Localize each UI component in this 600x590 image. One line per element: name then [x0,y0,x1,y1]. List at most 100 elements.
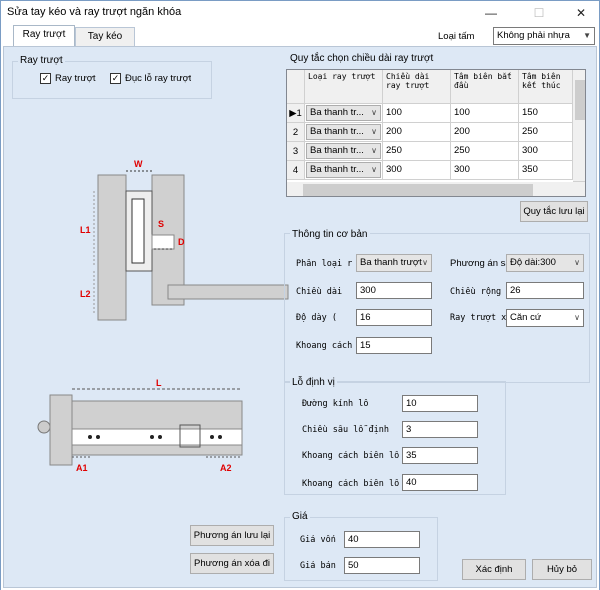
table-cell-start[interactable]: 100 [451,104,519,123]
table-cell-start[interactable]: 200 [451,123,519,142]
gia-ban-input[interactable]: 50 [344,557,420,574]
table-cell-start[interactable]: 250 [451,142,519,161]
chevron-down-icon: ∨ [371,165,377,174]
slide-cross-section-diagram: W S D L1 L2 [80,159,289,321]
drawer-bottom [167,284,289,300]
duc-lo-checkbox[interactable]: ✓ [110,73,121,84]
slide-side-view-diagram: L A1 A2 [37,378,243,473]
phan-loai-value: Ba thanh trượt [360,257,422,268]
chevron-down-icon: ▼ [583,31,591,40]
phan-loai-label: Phân loại r [296,259,353,269]
table-cell-end[interactable]: 300 [519,142,573,161]
do-day-input[interactable]: 16 [356,309,432,326]
hole-6 [218,435,222,439]
tab-ray-truot[interactable]: Ray trượt [13,25,75,47]
save-rule-button[interactable]: Quy tắc lưu lại [520,201,588,222]
slide-inner-rail [131,198,145,264]
confirm-button[interactable]: Xác định [462,559,526,580]
table-cell-end[interactable]: 150 [519,104,573,123]
khoang-cach-bien-1-label: Khoang cách biên lỗ [302,451,400,461]
duc-lo-checkbox-label: Đục lỗ ray trượt [125,73,192,84]
chevron-down-icon: ∨ [574,313,580,322]
scrollbar-thumb[interactable] [575,80,585,120]
phuong-an-label: Phương án sắ [450,258,510,269]
column-header-type[interactable]: Loại ray trượt [305,70,383,104]
phuong-an-value: Độ dài:300 [510,257,556,268]
ray-truot-x-label: Ray trượt xé [450,313,508,323]
window-title: Sửa tay kéo và ray trượt ngăn khóa [7,6,182,18]
ray-truot-x-select[interactable]: Căn cứ ∨ [506,309,584,327]
khoang-cach-bien-2-input[interactable]: 40 [402,474,478,491]
dialog-client: Ray trượt Tay kéo Loại tấm Không phải nh… [1,25,599,590]
khoang-cach-label: Khoang cách [296,341,353,351]
ray-truot-checkbox[interactable]: ✓ [40,73,51,84]
table-cell-end[interactable]: 350 [519,161,573,180]
chevron-down-icon: ∨ [574,258,580,267]
cancel-button[interactable]: Hủy bỏ [532,559,592,580]
d-label: D [178,237,185,247]
table-row-type-cell[interactable]: Ba thanh tr... ∨ [305,161,383,180]
l-label: L [156,378,162,388]
rules-table[interactable]: Loại ray trượt Chiều dài ray trượt Tâm b… [286,69,586,197]
tab-panel: Ray trượt ✓ Ray trượt ✓ Đục lỗ ray trượt… [3,46,597,588]
chieu-rong-label: Chiều rộng [450,287,502,297]
column-header-end[interactable]: Tâm biên kết thúc [519,70,573,104]
rules-group-title: Quy tắc chọn chiều dài ray trượt [288,53,436,64]
chevron-down-icon: ∨ [371,127,377,136]
row-header[interactable]: ▶1 [287,104,305,123]
tab-tay-keo[interactable]: Tay kéo [75,27,135,46]
table-corner [287,70,305,104]
chieu-rong-input[interactable]: 26 [506,282,584,299]
row-header[interactable]: 3 [287,142,305,161]
duong-kinh-label: Đường kính lỗ [302,399,369,409]
khoang-cach-input[interactable]: 15 [356,337,432,354]
table-row-type-cell[interactable]: Ba thanh tr... ∨ [305,142,383,161]
maximize-button[interactable]: ☐ [525,3,553,23]
ray-truot-checkbox-label: Ray trượt [55,73,96,84]
table-cell-length[interactable]: 100 [383,104,451,123]
gia-group-title: Giá [290,511,310,522]
table-row-type-cell[interactable]: Ba thanh tr... ∨ [305,104,383,123]
chieu-dai-input[interactable]: 300 [356,282,432,299]
l2-label: L2 [80,289,91,299]
minimize-button[interactable]: — [477,3,505,23]
ray-truot-group-title: Ray trượt [18,55,65,66]
duong-kinh-input[interactable]: 10 [402,395,478,412]
drawer-front [49,394,73,466]
column-header-start[interactable]: Tâm biên bắt đầu [451,70,519,104]
khoang-cach-bien-1-input[interactable]: 35 [402,447,478,464]
hole-4 [158,435,162,439]
table-cell-length[interactable]: 250 [383,142,451,161]
dialog-window: Sửa tay kéo và ray trượt ngăn khóa — ☐ ✕… [0,0,600,590]
basic-info-group-title: Thông tin cơ bản [290,229,370,240]
table-cell-length[interactable]: 200 [383,123,451,142]
table-cell-start[interactable]: 300 [451,161,519,180]
gia-ban-label: Giá bán [300,561,336,571]
chieu-sau-label: Chiều sâu lỗ định [302,425,389,435]
delete-plan-button[interactable]: Phương án xóa đi [190,553,274,574]
phan-loai-select[interactable]: Ba thanh trượt ∨ [356,254,432,272]
lo-dinh-vi-group-title: Lỗ định vị [290,377,337,388]
gia-von-input[interactable]: 40 [344,531,420,548]
chieu-sau-input[interactable]: 3 [402,421,478,438]
a1-label: A1 [76,463,88,473]
table-cell-length[interactable]: 300 [383,161,451,180]
loai-tam-select[interactable]: Không phải nhựa ▼ [493,27,595,45]
table-row-type-cell[interactable]: Ba thanh tr... ∨ [305,123,383,142]
drawer-side [151,234,175,250]
close-button[interactable]: ✕ [567,3,595,23]
l1-label: L1 [80,225,91,235]
chevron-down-icon: ∨ [422,258,428,267]
table-cell-end[interactable]: 250 [519,123,573,142]
save-plan-button[interactable]: Phương án lưu lại [190,525,274,546]
row-header[interactable]: 2 [287,123,305,142]
scrollbar-thumb[interactable] [303,184,533,196]
do-day-label: Độ dày ( [296,313,337,323]
row-type-value: Ba thanh tr... [310,145,364,156]
s-label: S [158,219,164,229]
hole-3 [150,435,154,439]
hole-5 [210,435,214,439]
row-header[interactable]: 4 [287,161,305,180]
phuong-an-select[interactable]: Độ dài:300 ∨ [506,254,584,272]
column-header-length[interactable]: Chiều dài ray trượt [383,70,451,104]
